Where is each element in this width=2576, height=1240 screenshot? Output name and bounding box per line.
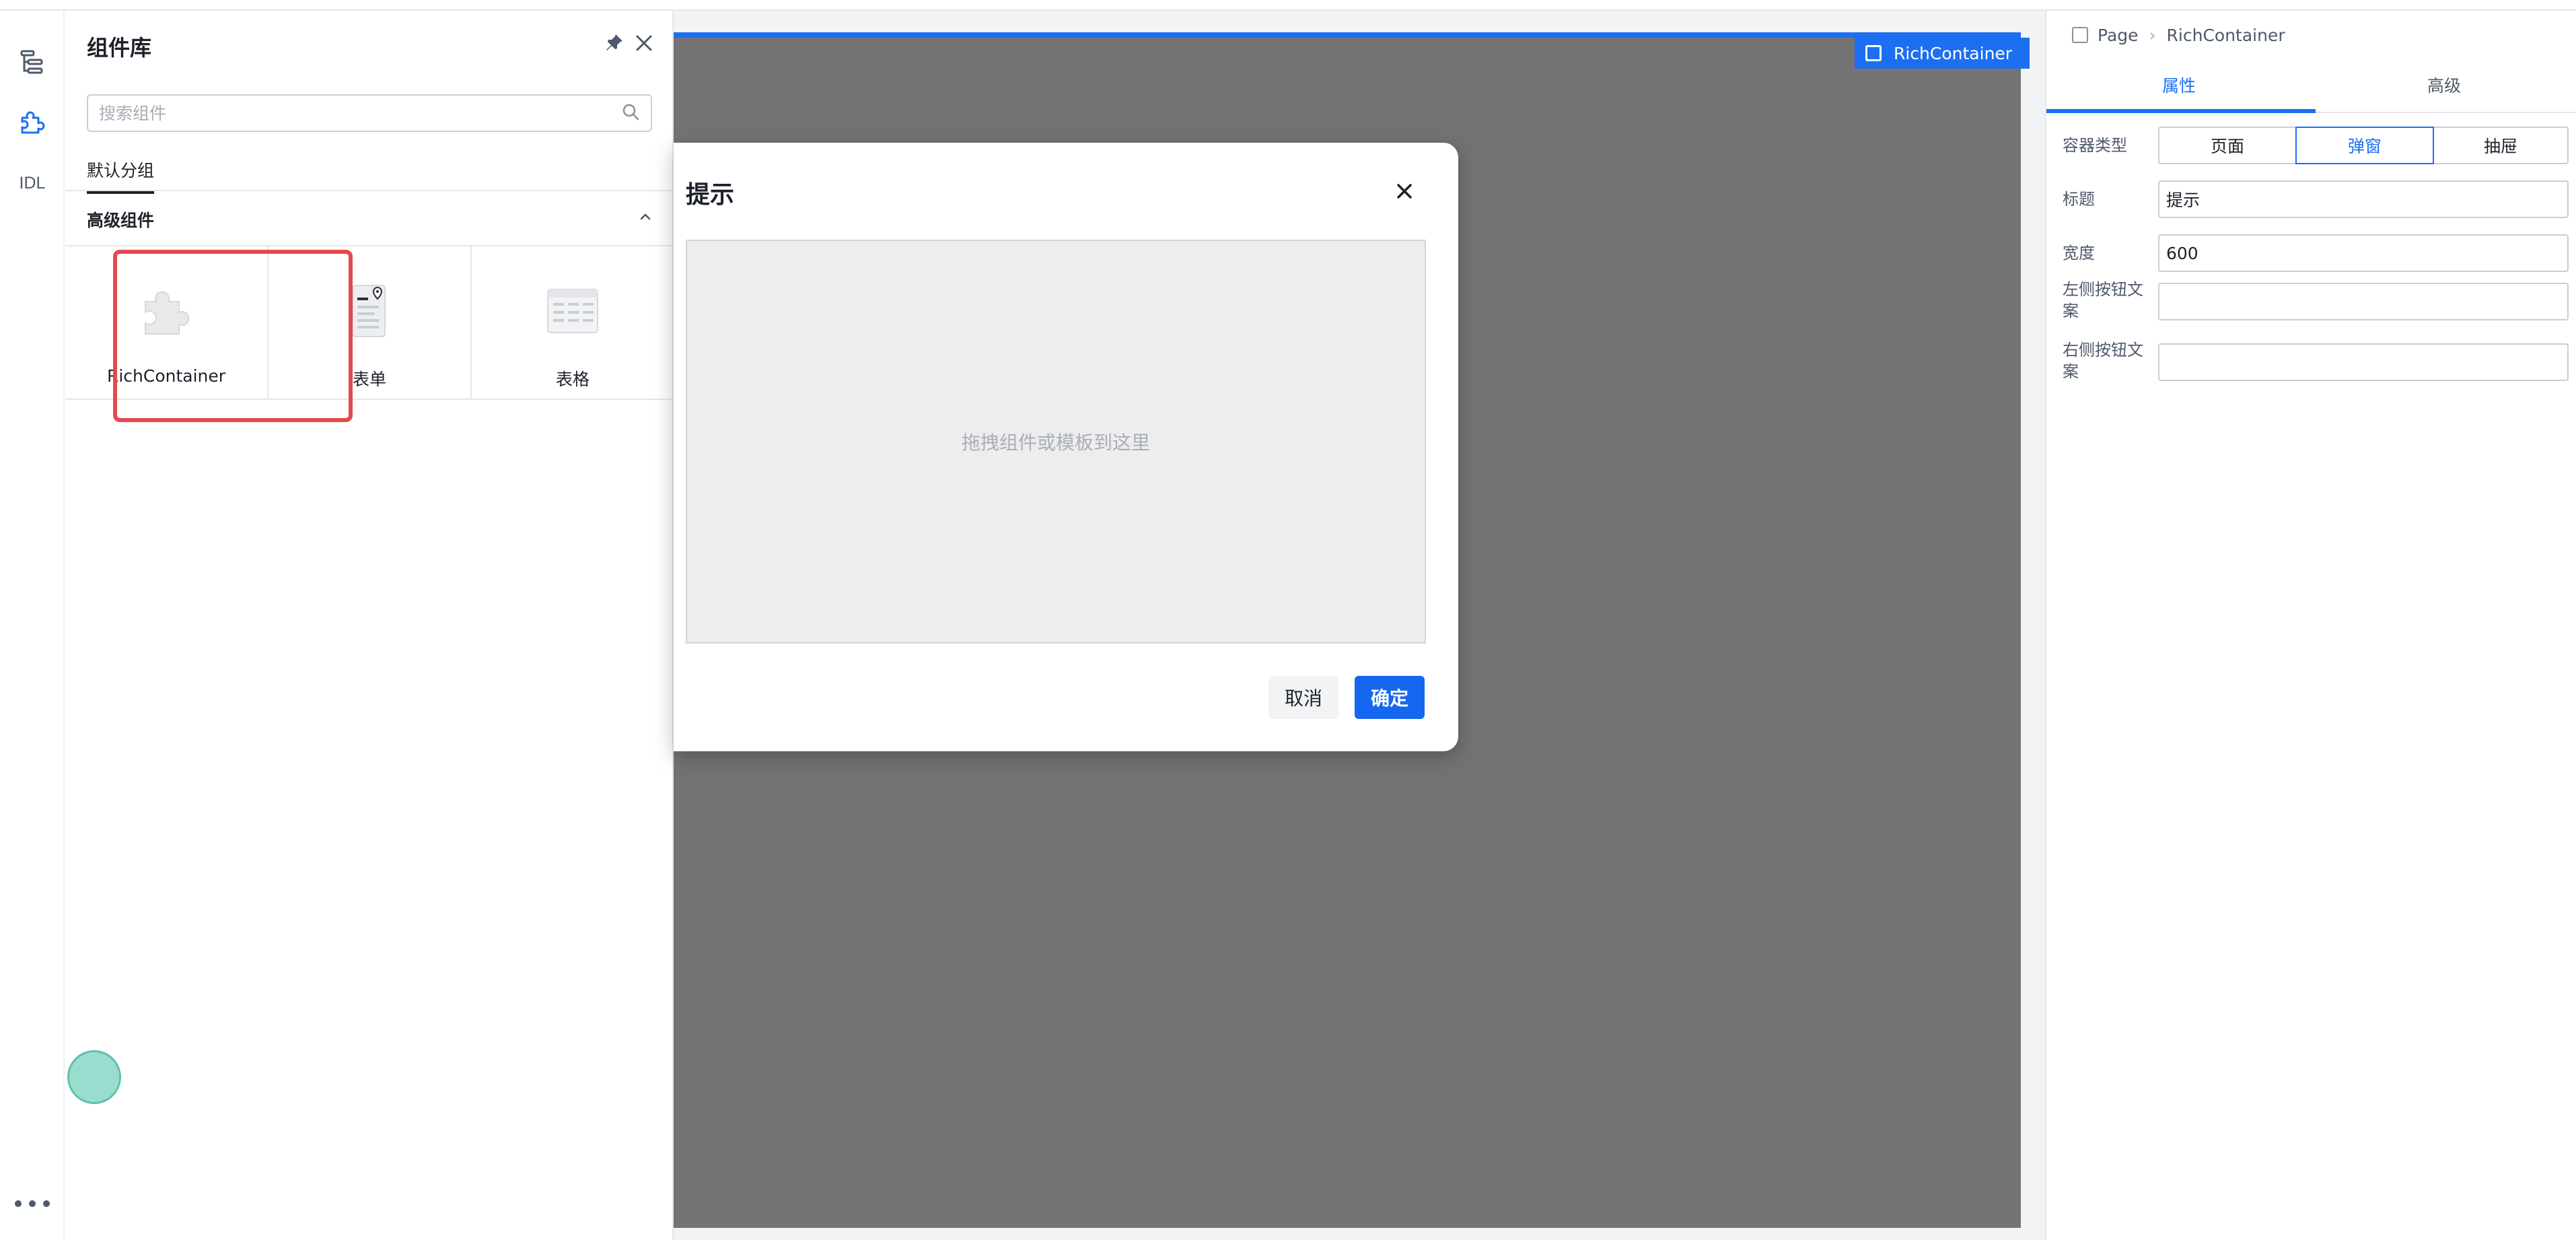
rail-idl-label: IDL	[19, 173, 46, 193]
checkbox-icon	[2072, 27, 2088, 43]
active-tab-indicator	[2046, 109, 2316, 113]
breadcrumb-item-current: RichContainer	[2166, 25, 2285, 45]
title-field[interactable]	[2158, 180, 2569, 218]
component-library-panel: 组件库 默认分组 高级组件 Rich	[65, 11, 675, 1240]
width-label: 宽度	[2063, 244, 2095, 263]
group-header[interactable]: 高级组件	[65, 191, 674, 246]
form-icon	[269, 281, 470, 341]
properties-panel: Page › RichContainer 属性 高级 容器类型 页面 弹窗 抽屉…	[2045, 11, 2576, 1240]
left-button-text-field[interactable]	[2158, 283, 2569, 320]
component-card-label: RichContainer	[106, 366, 226, 386]
selected-component-label: RichContainer	[1894, 43, 2013, 63]
component-card-richcontainer[interactable]: RichContainer	[65, 246, 269, 400]
title-label: 标题	[2063, 190, 2095, 209]
search-field	[87, 94, 652, 132]
cursor-indicator	[67, 1050, 121, 1104]
search-input[interactable]	[99, 103, 621, 123]
component-card-label: 表格	[555, 370, 589, 389]
selected-component-badge[interactable]: RichContainer	[1855, 38, 2030, 69]
drop-zone-hint: 拖拽组件或模板到这里	[961, 432, 1150, 454]
cancel-button[interactable]: 取消	[1268, 676, 1338, 719]
right-button-text-field[interactable]	[2158, 343, 2569, 381]
chevron-right-icon: ›	[2149, 25, 2156, 45]
puzzle-icon	[65, 281, 267, 341]
close-icon[interactable]	[1391, 178, 1418, 205]
top-strip	[0, 0, 2576, 11]
group-title: 高级组件	[87, 211, 155, 230]
component-card-label: 表单	[352, 370, 386, 389]
confirm-button[interactable]: 确定	[1355, 676, 1425, 719]
container-type-label: 容器类型	[2063, 136, 2127, 155]
rail-idl[interactable]: IDL	[12, 163, 52, 203]
breadcrumb: Page › RichContainer	[2072, 20, 2285, 50]
segment-modal[interactable]: 弹窗	[2295, 127, 2434, 164]
component-card-table[interactable]: 表格	[472, 246, 675, 400]
tab-advanced[interactable]: 高级	[2312, 57, 2576, 113]
breadcrumb-item-page[interactable]: Page	[2098, 26, 2139, 45]
checkbox-icon	[1865, 45, 1882, 61]
panel-title: 组件库	[87, 35, 152, 61]
table-icon	[472, 281, 674, 341]
width-field[interactable]	[2158, 234, 2569, 272]
pin-icon[interactable]	[598, 27, 631, 59]
modal-dialog: 提示 拖拽组件或模板到这里 取消 确定	[674, 143, 1458, 751]
component-card-form[interactable]: 表单	[269, 246, 472, 400]
more-icon[interactable]	[15, 1190, 50, 1217]
tab-properties[interactable]: 属性	[2046, 57, 2312, 113]
segment-drawer[interactable]: 抽屉	[2433, 127, 2569, 164]
right-button-text-label: 右侧按钮文案	[2063, 341, 2143, 381]
left-rail: IDL	[0, 11, 65, 1240]
tab-default-group[interactable]: 默认分组	[87, 158, 155, 194]
segment-page[interactable]: 页面	[2158, 127, 2297, 164]
chevron-up-icon[interactable]	[636, 207, 655, 229]
outline-tree-icon[interactable]	[12, 42, 52, 82]
drop-zone[interactable]: 拖拽组件或模板到这里	[686, 240, 1426, 644]
modal-title: 提示	[686, 181, 735, 209]
search-icon[interactable]	[621, 102, 640, 124]
left-button-text-label: 左侧按钮文案	[2063, 280, 2143, 320]
close-icon[interactable]	[628, 27, 660, 59]
puzzle-icon[interactable]	[12, 102, 52, 143]
